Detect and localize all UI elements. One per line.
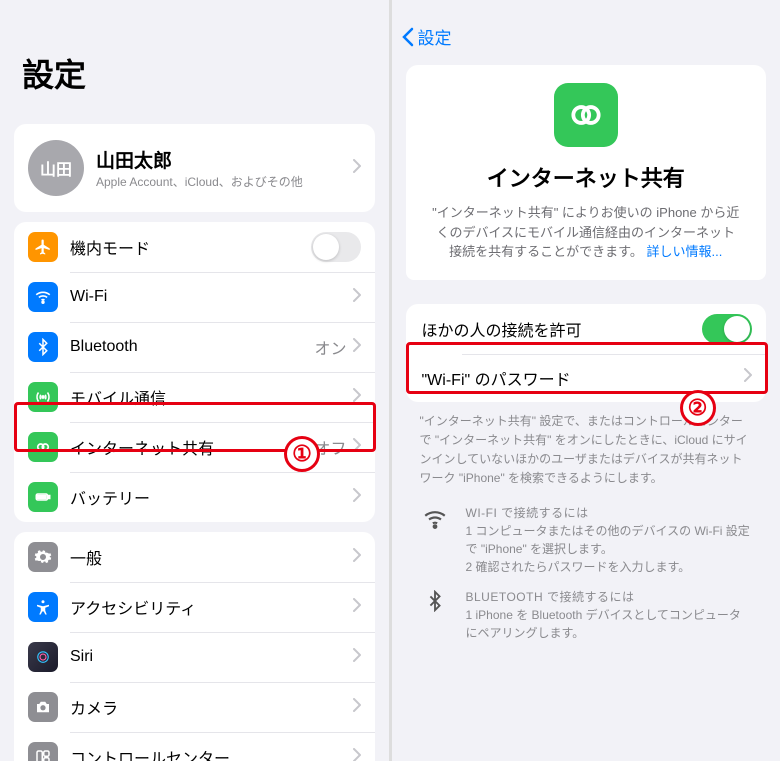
bluetooth-icon xyxy=(28,332,58,362)
row-hotspot-value: オフ xyxy=(314,435,346,459)
row-airplane[interactable]: 機内モード xyxy=(14,222,375,272)
row-siri-label: Siri xyxy=(70,648,353,666)
instruction-wifi-line1: 1 コンピュータまたはその他のデバイスの Wi-Fi 設定で "iPhone" … xyxy=(466,522,753,558)
account-text: 山田太郎 Apple Account、iCloud、およびその他 xyxy=(96,146,353,190)
chevron-right-icon xyxy=(353,548,361,567)
back-button[interactable]: 設定 xyxy=(392,0,780,55)
hero-title: インターネット共有 xyxy=(432,161,741,193)
airplane-icon xyxy=(28,232,58,262)
chevron-right-icon xyxy=(353,159,361,178)
row-bluetooth-label: Bluetooth xyxy=(70,338,314,356)
row-airplane-label: 機内モード xyxy=(70,235,311,259)
hero-desc: "インターネット共有" によりお使いの iPhone から近くのデバイスにモバイ… xyxy=(432,203,741,262)
chevron-right-icon xyxy=(353,748,361,761)
more-info-link[interactable]: 詳しい情報... xyxy=(646,244,722,259)
row-control-center[interactable]: コントロールセンター xyxy=(14,732,375,761)
row-allow-others[interactable]: ほかの人の接続を許可 xyxy=(406,304,767,354)
hero-section: インターネット共有 "インターネット共有" によりお使いの iPhone から近… xyxy=(406,65,767,272)
allow-others-label: ほかの人の接続を許可 xyxy=(422,317,703,341)
wifi-icon xyxy=(28,282,58,312)
chevron-right-icon xyxy=(744,368,752,387)
hotspot-hero-icon xyxy=(554,83,618,147)
chevron-right-icon xyxy=(353,438,361,457)
row-control-center-label: コントロールセンター xyxy=(70,745,353,761)
chevron-left-icon xyxy=(402,27,414,47)
camera-icon xyxy=(28,692,58,722)
chevron-right-icon xyxy=(353,488,361,507)
chevron-right-icon xyxy=(353,598,361,617)
cellular-icon xyxy=(28,382,58,412)
row-cellular[interactable]: モバイル通信 xyxy=(14,372,375,422)
account-name: 山田太郎 xyxy=(96,146,353,173)
row-wifi-password[interactable]: "Wi-Fi" のパスワード xyxy=(406,354,767,402)
row-wifi[interactable]: Wi-Fi xyxy=(14,272,375,322)
instruction-wifi-body: WI-FI で接続するには 1 コンピュータまたはその他のデバイスの Wi-Fi… xyxy=(466,504,753,576)
row-wifi-label: Wi-Fi xyxy=(70,288,353,306)
chevron-right-icon xyxy=(353,388,361,407)
instruction-bluetooth: BLUETOOTH で接続するには 1 iPhone を Bluetooth デ… xyxy=(392,582,780,648)
account-row[interactable]: 山田 山田太郎 Apple Account、iCloud、およびその他 xyxy=(14,124,375,212)
hotspot-options-group: ほかの人の接続を許可 "Wi-Fi" のパスワード xyxy=(406,304,767,402)
hero-bottom-spacer xyxy=(406,272,767,280)
row-battery[interactable]: バッテリー xyxy=(14,472,375,522)
wifi-outline-icon xyxy=(420,504,450,576)
avatar: 山田 xyxy=(28,140,84,196)
airplane-switch[interactable] xyxy=(311,232,361,262)
row-camera[interactable]: カメラ xyxy=(14,682,375,732)
footer-note: "インターネット共有" 設定で、またはコントロールセンターで "インターネット共… xyxy=(392,402,780,499)
account-group: 山田 山田太郎 Apple Account、iCloud、およびその他 xyxy=(14,124,375,212)
chevron-right-icon xyxy=(353,338,361,357)
row-hotspot-label: インターネット共有 xyxy=(70,435,314,459)
row-general[interactable]: 一般 xyxy=(14,532,375,582)
hotspot-detail-pane: 設定 インターネット共有 "インターネット共有" によりお使いの iPhone … xyxy=(392,0,780,761)
settings-root-pane: 設定 山田 山田太郎 Apple Account、iCloud、およびその他 機… xyxy=(0,0,392,761)
instruction-bt-line1: 1 iPhone を Bluetooth デバイスとしてコンピュータにペアリング… xyxy=(466,606,753,642)
hotspot-icon xyxy=(28,432,58,462)
siri-icon xyxy=(28,642,58,672)
row-general-label: 一般 xyxy=(70,545,353,569)
row-camera-label: カメラ xyxy=(70,695,353,719)
row-cellular-label: モバイル通信 xyxy=(70,385,353,409)
page-title: 設定 xyxy=(0,0,389,114)
back-label: 設定 xyxy=(418,24,452,49)
row-bluetooth[interactable]: Bluetooth オン xyxy=(14,322,375,372)
system-group: 一般 アクセシビリティ Siri カメラ xyxy=(14,532,375,761)
instruction-bt-title: BLUETOOTH で接続するには xyxy=(466,588,753,606)
battery-icon xyxy=(28,482,58,512)
bluetooth-outline-icon xyxy=(420,588,450,642)
gear-icon xyxy=(28,542,58,572)
row-battery-label: バッテリー xyxy=(70,485,353,509)
accessibility-icon xyxy=(28,592,58,622)
connectivity-group: 機内モード Wi-Fi Bluetooth オン xyxy=(14,222,375,522)
account-sub: Apple Account、iCloud、およびその他 xyxy=(96,173,353,190)
allow-others-switch[interactable] xyxy=(702,314,752,344)
chevron-right-icon xyxy=(353,698,361,717)
row-accessibility[interactable]: アクセシビリティ xyxy=(14,582,375,632)
control-center-icon xyxy=(28,742,58,761)
instruction-wifi: WI-FI で接続するには 1 コンピュータまたはその他のデバイスの Wi-Fi… xyxy=(392,498,780,582)
chevron-right-icon xyxy=(353,288,361,307)
instruction-wifi-title: WI-FI で接続するには xyxy=(466,504,753,522)
wifi-password-label: "Wi-Fi" のパスワード xyxy=(422,366,745,390)
row-siri[interactable]: Siri xyxy=(14,632,375,682)
instruction-bt-body: BLUETOOTH で接続するには 1 iPhone を Bluetooth デ… xyxy=(466,588,753,642)
chevron-right-icon xyxy=(353,648,361,667)
row-accessibility-label: アクセシビリティ xyxy=(70,595,353,619)
row-hotspot[interactable]: インターネット共有 オフ xyxy=(14,422,375,472)
row-bluetooth-value: オン xyxy=(314,335,346,359)
instruction-wifi-line2: 2 確認されたらパスワードを入力します。 xyxy=(466,558,753,576)
